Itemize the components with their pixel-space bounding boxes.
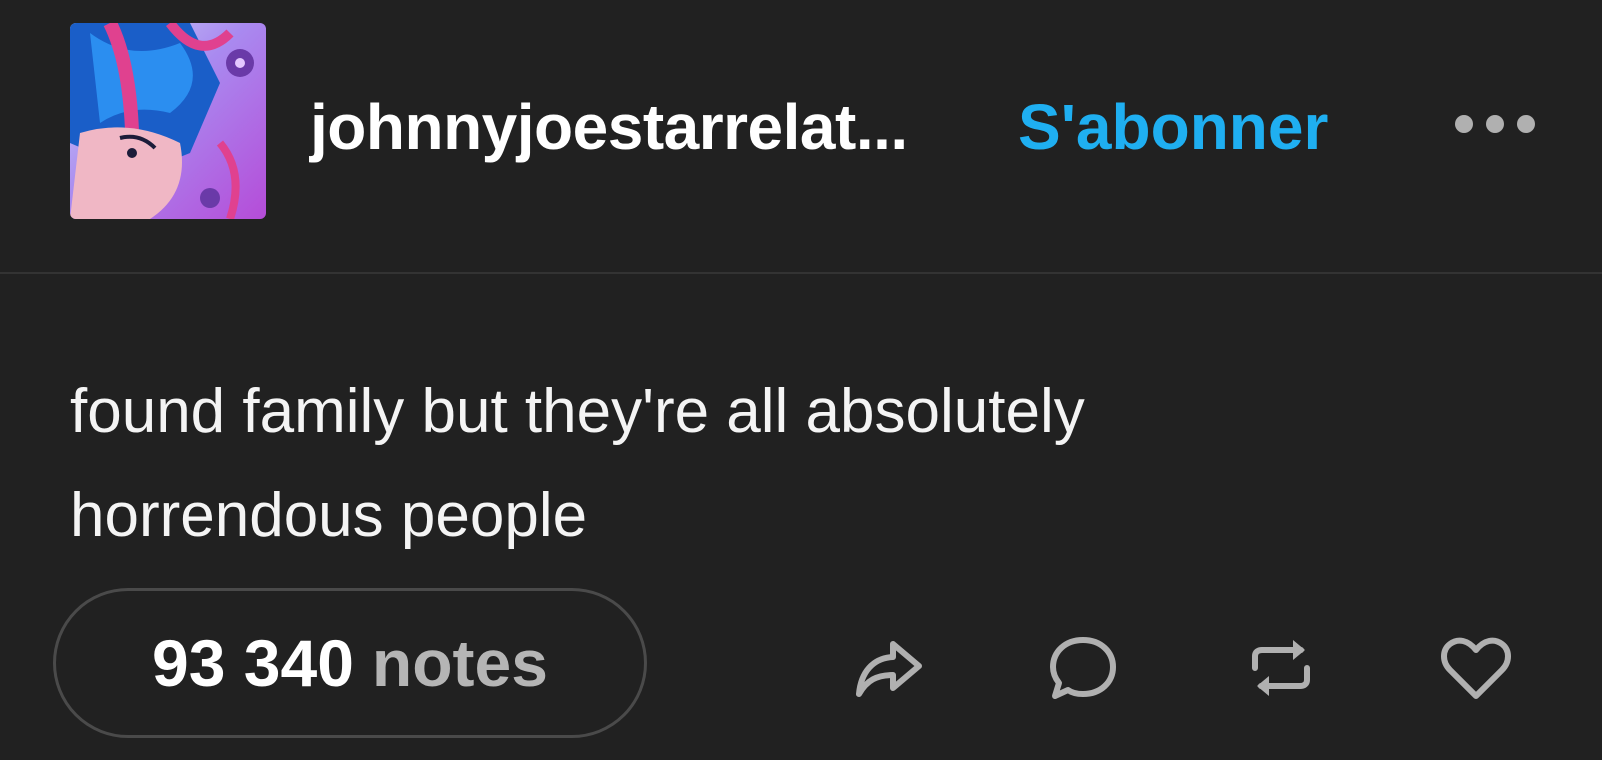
post-header: johnnyjoestarrelat... S'abonner <box>0 0 1602 274</box>
post-text-line: found family but they're all absolutely <box>70 377 1085 446</box>
share-arrow-icon[interactable] <box>849 628 929 708</box>
reply-bubble-icon[interactable] <box>1043 628 1123 708</box>
more-dots-icon[interactable] <box>1450 104 1540 144</box>
blog-avatar[interactable] <box>70 23 266 219</box>
follow-button[interactable]: S'abonner <box>1018 88 1328 166</box>
avatar-image <box>70 23 266 219</box>
notes-label: notes <box>371 626 548 700</box>
notes-count: 93 340 <box>152 626 354 700</box>
heart-icon[interactable] <box>1436 628 1516 708</box>
post-body: found family but they're all absolutely … <box>70 360 1520 568</box>
post-text-line: horrendous people <box>70 481 588 550</box>
reblog-icon[interactable] <box>1241 628 1321 708</box>
notes-button[interactable]: 93 340 notes <box>53 588 647 738</box>
blog-name-link[interactable]: johnnyjoestarrelat... <box>310 88 908 166</box>
